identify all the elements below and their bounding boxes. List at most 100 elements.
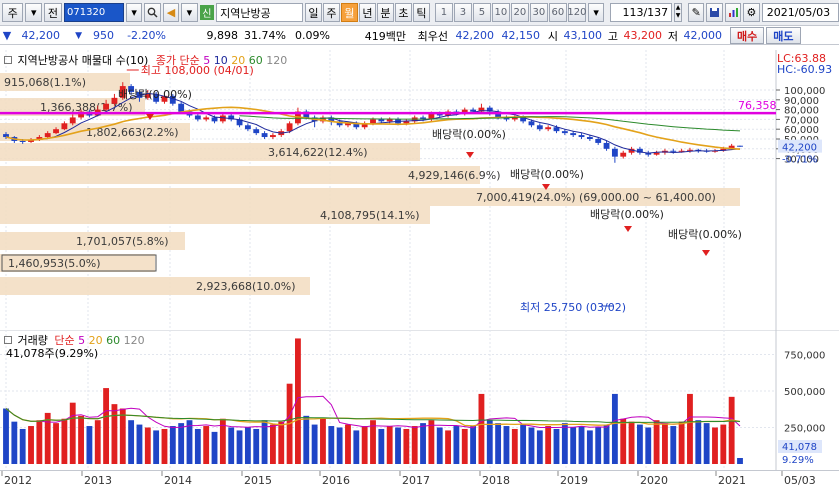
interval-button-3[interactable]: 3 (453, 3, 472, 22)
price-chart-panel[interactable]: 100,00090,00080,00070,00060,00050,00040,… (0, 50, 839, 330)
volume-bar (136, 424, 143, 464)
period-tab-2[interactable]: 월 (340, 3, 358, 22)
volume-bar (586, 430, 593, 464)
prev-label: 전 (47, 6, 59, 20)
interval-button-5[interactable]: 5 (472, 3, 491, 22)
legend-ma-60: 60 (248, 54, 263, 67)
period-tab-0[interactable]: 일 (304, 3, 322, 22)
volume-bar (19, 428, 26, 464)
interval-dropdown-icon[interactable]: ▾ (587, 3, 605, 22)
volume-bar (194, 428, 201, 464)
legend-ma-10: 10 (213, 54, 228, 67)
volume-bar (737, 458, 743, 464)
candle-body (578, 135, 585, 138)
prev-button[interactable]: 전 (43, 3, 63, 22)
volume-chart[interactable]: 750,000 500,000 250,000 41,078 9.29% (0, 329, 839, 470)
open-price: 43,100 (563, 29, 603, 42)
code-dropdown-icon[interactable]: ▾ (125, 3, 143, 22)
candle-body (253, 129, 260, 134)
volume-profile-label: 4,929,146(6.9%) (408, 169, 501, 182)
stock-code: 071320 (67, 7, 106, 18)
volume-chart-panel[interactable]: 750,000 500,000 250,000 41,078 9.29% 거래량 단순 … (0, 329, 839, 470)
x-axis-labels: 2012 2013 2014 2015 2016 2017 2018 2019 2020 2021… (1, 471, 816, 487)
turnover-ratio: 31.74% (244, 29, 286, 42)
volume-bar (61, 418, 68, 464)
volume-profile-label: 4,108,795(14.1%) (320, 209, 420, 222)
period-tab-5[interactable]: 초 (394, 3, 412, 22)
min-price-label: 최저 25,750 (03/02) (520, 301, 626, 314)
candle-body (211, 117, 218, 122)
interval-button-60[interactable]: 60 (548, 3, 567, 22)
price-legend: 지역난방공사 매물대 수(10) 종가 단순 5 10 20 60 120 (4, 52, 287, 68)
stock-name[interactable]: 지역난방공 (216, 3, 303, 22)
market-select[interactable]: 주 (2, 3, 24, 22)
sell-button[interactable]: 매도 (766, 27, 801, 44)
price-change: 950 (93, 29, 114, 42)
candle-body (670, 150, 677, 152)
dividend-label: 배당락(0.00%) (432, 128, 506, 141)
volume-bar (203, 426, 210, 464)
interval-button-30[interactable]: 30 (529, 3, 548, 22)
tools-icon[interactable]: ✎ (687, 3, 705, 22)
price-chart[interactable]: 100,00090,00080,00070,00060,00050,00040,… (0, 50, 839, 330)
volume-profile-label: 2,923,668(10.0%) (196, 280, 296, 293)
last-volume-label: 41,078주(9.29%) (6, 347, 99, 360)
current-change-axis-label: -0.71% (782, 155, 817, 166)
volume-profile-label: 7,000,419(24.0%) (69,000.00 ~ 61,400.00) (476, 191, 716, 204)
volume-bar (428, 420, 435, 464)
x-axis-label: 2013 (84, 474, 112, 487)
interval-button-10[interactable]: 10 (491, 3, 510, 22)
hc-label: HC:-60.93 (777, 63, 833, 76)
search-icon[interactable] (144, 3, 161, 22)
interval-button-1[interactable]: 1 (434, 3, 453, 22)
period-tab-4[interactable]: 분 (376, 3, 394, 22)
volume-bar (461, 428, 468, 464)
candle-body (111, 97, 118, 104)
volume-legend-ma-120: 120 (123, 334, 145, 347)
speaker-dropdown-icon[interactable]: ▾ (181, 3, 198, 22)
volume-bar (553, 428, 560, 464)
stock-code-input[interactable]: 071320 (64, 3, 124, 22)
chart-icon[interactable] (724, 3, 742, 22)
candle-body (61, 123, 68, 130)
candle-body (261, 133, 268, 138)
new-badge: 신 (199, 5, 215, 20)
price-change-pct: -2.20% (127, 29, 166, 42)
period-tab-6[interactable]: 틱 (412, 3, 430, 22)
volume-bar (103, 388, 110, 464)
period-tab-1[interactable]: 주 (322, 3, 340, 22)
candle-body (603, 142, 610, 149)
x-axis-label: 2020 (640, 474, 668, 487)
speaker-icon[interactable]: ◀ (162, 3, 180, 22)
period-tabs: 일주월년분초틱 (304, 3, 430, 22)
gear-icon[interactable]: ⚙ (743, 3, 760, 22)
period-tab-3[interactable]: 년 (358, 3, 376, 22)
volume-bar (687, 393, 693, 464)
page-spinner[interactable]: ▲ ▼ (674, 3, 682, 22)
market-dropdown-icon[interactable]: ▾ (25, 3, 42, 22)
volume-bar (395, 427, 401, 464)
amount: 419백만 (364, 29, 406, 43)
quote-bar: ▼ 42,200 ▼ 950 -2.20% 9,898 31.74% 0.09%… (0, 27, 839, 45)
volume-tick-label: 500,000 (784, 387, 825, 398)
volume-profile-label: 1,701,057(5.8%) (76, 235, 169, 248)
candle-body (386, 119, 393, 122)
market-label: 주 (7, 6, 18, 20)
best-bid-label: 최우선 (417, 29, 448, 43)
date-field[interactable]: 2021/05/03 (761, 3, 839, 22)
volume-bar (595, 427, 602, 464)
volume-bar (178, 423, 185, 464)
interval-button-120[interactable]: 120 (567, 3, 586, 22)
buy-button[interactable]: 매수 (730, 27, 765, 44)
volume-bar (536, 430, 543, 464)
volume-bar (345, 424, 351, 464)
volume-bar (636, 424, 643, 464)
volume-bar (561, 423, 568, 464)
candle-body (178, 103, 185, 112)
volume-bar (278, 421, 285, 464)
candle-body (470, 109, 477, 112)
x-axis-label: 2018 (482, 474, 510, 487)
horizontal-line-label: 76,358 (738, 99, 777, 112)
interval-button-20[interactable]: 20 (510, 3, 529, 22)
save-icon[interactable] (706, 3, 723, 22)
